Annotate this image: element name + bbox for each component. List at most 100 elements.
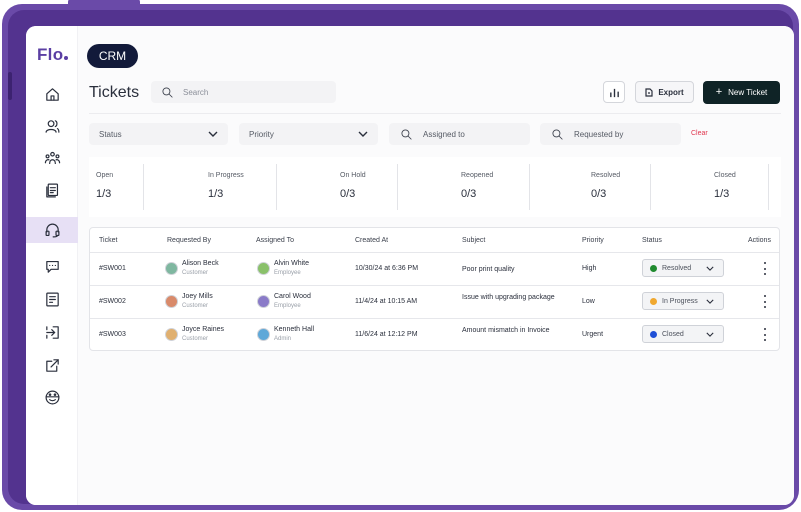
table-row[interactable]: #SW003 Joyce Raines Customer Kenneth Hal… [90,318,779,351]
sidebar-item-integrations[interactable] [26,384,78,410]
chevron-down-icon [208,131,218,137]
ticket-id[interactable]: #SW002 [99,298,126,305]
column-header[interactable]: Status [642,237,662,244]
bar-chart-icon [609,88,619,97]
assignee-name: Carol Wood [274,293,311,300]
column-header[interactable]: Subject [462,237,485,244]
table-row[interactable]: #SW001 Alison Beck Customer Alvin White … [90,252,779,285]
status-filter[interactable]: Status [89,123,228,145]
stat-value: 0/3 [340,188,356,200]
status-value: Closed [662,330,684,338]
login-icon [45,325,59,339]
avatar [257,295,270,308]
column-header[interactable]: Priority [582,237,604,244]
created-at: 10/30/24 at 6:36 PM [355,265,419,272]
ticket-id[interactable]: #SW001 [99,265,126,272]
search-input[interactable]: Search [151,81,336,103]
status-dropdown[interactable]: In Progress [642,292,724,310]
tickets-table: Ticket Requested By Assigned To Created … [89,227,780,351]
stat-label: Reopened [461,172,494,179]
requester-role: Customer [182,270,209,276]
stat-value: 0/3 [461,188,477,200]
status-dropdown[interactable]: Closed [642,325,724,343]
stat-divider [276,164,277,210]
analytics-button[interactable] [603,81,625,103]
column-header[interactable]: Assigned To [256,237,294,244]
headset-icon [45,223,59,237]
assignee-role: Employee [274,270,301,276]
status-dot [650,297,657,305]
export-button[interactable]: Export [635,81,694,103]
sidebar-item-team[interactable] [26,145,78,171]
sidebar-item-documents[interactable] [26,177,78,203]
external-link-icon [45,358,59,372]
sidebar-item-external[interactable] [26,352,78,378]
search-icon [162,86,173,98]
stat-value: 1/3 [714,188,730,200]
assignee-role: Admin [274,336,292,342]
stat-divider [768,164,769,210]
stat-label: In Progress [208,172,244,179]
status-dropdown[interactable]: Resolved [642,259,724,277]
stat-closed: Closed 1/3 [714,157,774,217]
sidebar-item-reports[interactable] [26,286,78,312]
clear-filters-link[interactable]: Clear [691,130,708,137]
search-placeholder: Search [183,87,209,97]
emoji-icon [45,390,59,404]
more-actions-icon[interactable] [762,328,768,341]
created-at: 11/4/24 at 10:15 AM [355,298,418,305]
stat-value: 1/3 [96,188,112,200]
main-content: CRM Tickets Search Export + New Ticket S… [78,26,794,505]
ticket-id[interactable]: #SW003 [99,331,126,338]
module-pill[interactable]: CRM [87,44,138,68]
app-logo[interactable]: Flo [37,45,69,65]
header-divider [89,113,781,114]
stat-divider [143,164,144,210]
ticket-subject: Poor print quality [462,266,515,273]
device-frame: Flo CRM Tickets Search Export + New Tick… [2,0,799,510]
requested-by-placeholder: Requested by [574,129,624,139]
sidebar-item-home[interactable] [26,81,78,107]
chat-icon [45,260,59,273]
column-header[interactable]: Ticket [99,237,117,244]
avatar [165,328,178,341]
requested-by-filter[interactable]: Requested by [540,123,681,145]
stat-value: 1/3 [208,188,224,200]
requester-name: Joyce Raines [182,326,225,333]
requester-name: Alison Beck [182,260,219,267]
column-header[interactable]: Created At [355,237,388,244]
more-actions-icon[interactable] [762,262,768,275]
table-row[interactable]: #SW002 Joey Mills Customer Carol Wood Em… [90,285,779,318]
export-file-icon [645,87,653,97]
assignee-name: Alvin White [274,260,310,267]
stat-open: Open 1/3 [96,157,156,217]
status-value: Resolved [662,264,692,272]
assigned-to-filter[interactable]: Assigned to [389,123,530,145]
ticket-subject: Issue with upgrading package [462,294,555,301]
sidebar-item-messages[interactable] [26,253,78,279]
requester-role: Customer [182,336,209,342]
stat-resolved: Resolved 0/3 [591,157,671,217]
stat-label: On Hold [340,172,366,179]
ticket-priority: Low [582,298,595,305]
new-ticket-button[interactable]: + New Ticket [703,81,780,104]
page-title: Tickets [89,84,140,101]
status-dot [650,330,657,338]
stat-divider [529,164,530,210]
ticket-subject: Amount mismatch in Invoice [462,327,550,334]
sidebar-item-users[interactable] [26,113,78,139]
sidebar-item-tickets[interactable] [26,217,78,243]
sidebar-item-login[interactable] [26,319,78,345]
chevron-down-icon [706,299,714,304]
assignee-name: Kenneth Hall [274,326,315,333]
more-actions-icon[interactable] [762,295,768,308]
stat-label: Closed [714,172,736,179]
column-header[interactable]: Requested By [167,237,211,244]
documents-icon [45,183,58,197]
device-side-button [8,72,12,100]
priority-filter[interactable]: Priority [239,123,378,145]
sidebar: Flo [26,26,78,505]
priority-filter-label: Priority [249,129,274,139]
export-label: Export [658,87,684,97]
plus-icon: + [715,86,723,98]
